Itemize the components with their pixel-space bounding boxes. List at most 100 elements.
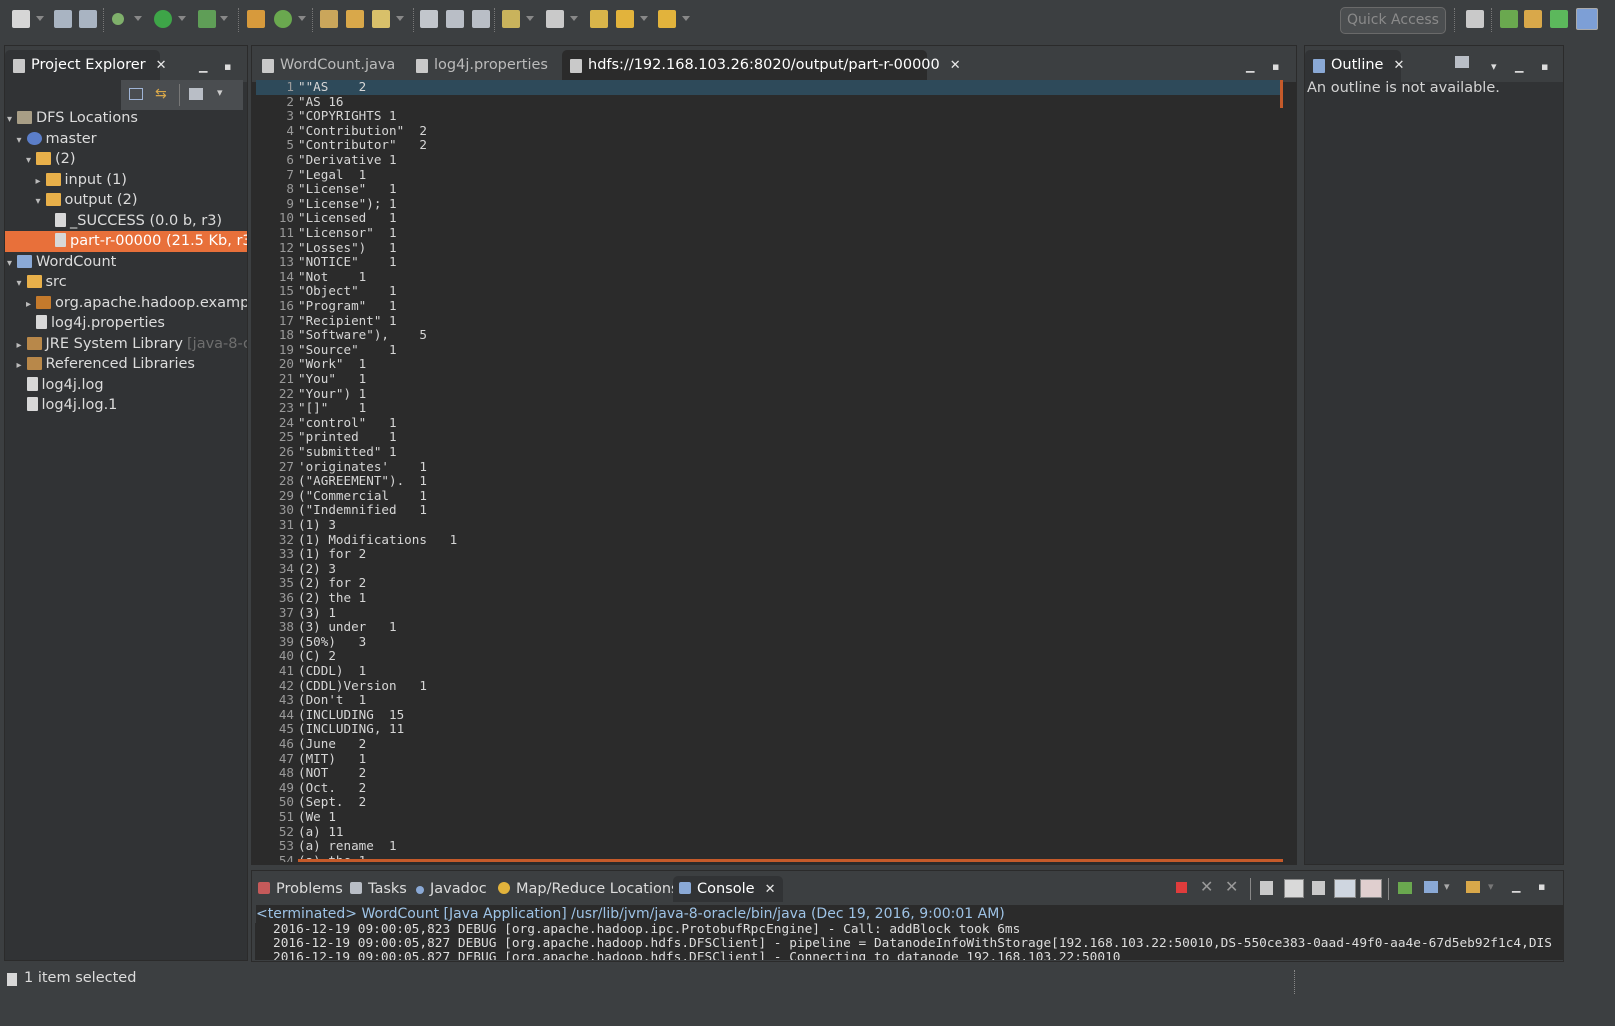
minimize-icon[interactable]: ▁ xyxy=(199,60,207,73)
expanded-arrow-icon[interactable]: ▾ xyxy=(36,191,46,212)
perspective-icon[interactable] xyxy=(1466,10,1484,28)
close-icon[interactable]: ✕ xyxy=(1393,51,1404,81)
tab-map-reduce-locations[interactable]: Map/Reduce Locations xyxy=(498,876,679,902)
run-icon[interactable] xyxy=(154,10,172,28)
open-folder-icon[interactable] xyxy=(346,10,364,28)
annotation-icon[interactable] xyxy=(446,10,464,28)
tab-javadoc[interactable]: Javadoc xyxy=(416,876,487,902)
expanded-arrow-icon[interactable]: ▾ xyxy=(17,273,27,294)
next-annotation-icon[interactable] xyxy=(502,10,520,28)
minimize-icon[interactable]: ▁ xyxy=(1512,880,1520,893)
tree-item[interactable]: ▸ input (1) xyxy=(5,170,247,191)
tab-wordcount-java[interactable]: WordCount.java xyxy=(254,50,402,82)
minimize-icon[interactable]: ▁ xyxy=(1515,60,1523,73)
collapsed-arrow-icon[interactable]: ▸ xyxy=(36,171,46,192)
new-icon[interactable] xyxy=(12,10,30,28)
chevron-down-icon[interactable] xyxy=(570,16,578,21)
maximize-icon[interactable]: ▪ xyxy=(1541,60,1548,73)
filter-icon[interactable] xyxy=(189,88,203,100)
tree-item[interactable]: _SUCCESS (0.0 b, r3) xyxy=(5,211,247,232)
expanded-arrow-icon[interactable]: ▾ xyxy=(7,109,17,130)
add-icon[interactable] xyxy=(1550,10,1568,28)
display-console-icon[interactable] xyxy=(1424,881,1438,893)
pin-icon[interactable] xyxy=(546,10,564,28)
debug-perspective-icon[interactable] xyxy=(1500,10,1518,28)
brush-icon[interactable] xyxy=(372,10,390,28)
tab-console[interactable]: Console ✕ xyxy=(673,876,784,903)
collapsed-arrow-icon[interactable]: ▸ xyxy=(17,355,27,376)
java-perspective-icon[interactable] xyxy=(1524,10,1542,28)
chevron-down-icon[interactable]: ▾ xyxy=(1488,880,1494,893)
chevron-down-icon[interactable] xyxy=(220,16,228,21)
tab-log4j-properties[interactable]: log4j.properties xyxy=(408,50,558,82)
clear-console-icon[interactable] xyxy=(1260,881,1273,895)
tab-problems[interactable]: Problems xyxy=(258,876,343,902)
quick-access-field[interactable]: Quick Access xyxy=(1340,7,1446,34)
tree-item[interactable]: ▾ output (2) xyxy=(5,190,247,211)
chevron-down-icon[interactable] xyxy=(298,16,306,21)
console-output[interactable]: 2016-12-19 09:00:05,823 DEBUG [org.apach… xyxy=(255,923,1563,960)
tree-item[interactable]: ▸ org.apache.hadoop.examples xyxy=(5,293,247,314)
tree-item[interactable]: log4j.log.1 xyxy=(5,395,247,416)
tree-item[interactable]: ▸ JRE System Library[java-8-orac xyxy=(5,334,248,356)
chevron-down-icon[interactable]: ▾ xyxy=(1491,60,1497,73)
expanded-arrow-icon[interactable]: ▾ xyxy=(7,253,17,274)
chevron-down-icon[interactable] xyxy=(640,16,648,21)
text-editor[interactable]: 1 ""AS 2 2 "AS 16 3 "COPYRIGHTS 1 4 "Contributi… xyxy=(256,80,1282,862)
new-console-icon[interactable] xyxy=(1466,881,1480,893)
tree-item[interactable]: ▾ src xyxy=(5,272,247,293)
tree-item[interactable]: ▾ (2) xyxy=(5,149,247,170)
map-reduce-icon[interactable] xyxy=(1576,8,1598,30)
tab-tasks[interactable]: Tasks xyxy=(350,876,407,902)
maximize-icon[interactable]: ▪ xyxy=(1272,60,1279,73)
word-wrap-icon[interactable] xyxy=(1312,881,1325,895)
tab-outline[interactable]: Outline ✕ xyxy=(1305,50,1404,82)
sync-icon[interactable] xyxy=(1455,56,1469,68)
maximize-icon[interactable]: ▪ xyxy=(1538,880,1545,893)
tree-item[interactable]: log4j.properties xyxy=(5,313,247,334)
close-icon[interactable]: ✕ xyxy=(950,51,961,81)
scroll-lock-icon[interactable] xyxy=(1284,879,1304,898)
open-type-icon[interactable] xyxy=(320,10,338,28)
chevron-down-icon[interactable]: ▾ xyxy=(1444,880,1450,893)
tree-item[interactable]: ▸ Referenced Libraries xyxy=(5,354,247,375)
terminate-icon[interactable] xyxy=(1176,882,1187,893)
chevron-down-icon[interactable] xyxy=(178,16,186,21)
close-icon[interactable]: ✕ xyxy=(765,877,776,903)
back-icon[interactable] xyxy=(616,10,634,28)
collapsed-arrow-icon[interactable]: ▸ xyxy=(26,294,36,315)
chevron-down-icon[interactable] xyxy=(526,16,534,21)
chevron-down-icon[interactable] xyxy=(396,16,404,21)
back-icon[interactable] xyxy=(590,10,608,28)
show-stderr-icon[interactable] xyxy=(1360,879,1382,898)
new-java-project-icon[interactable] xyxy=(247,10,265,28)
tree-item[interactable]: ▾ master xyxy=(5,129,247,150)
pin-console-icon[interactable] xyxy=(1398,882,1412,894)
chevron-down-icon[interactable] xyxy=(682,16,690,21)
remove-all-icon[interactable]: ✕ xyxy=(1225,877,1238,896)
tree-item[interactable]: part-r-00000 (21.5 Kb, r3) xyxy=(5,231,247,252)
tree-item[interactable]: log4j.log xyxy=(5,375,247,396)
collapsed-arrow-icon[interactable]: ▸ xyxy=(17,335,27,356)
tree-item[interactable]: ▾ WordCount xyxy=(5,252,247,273)
run-last-icon[interactable] xyxy=(198,10,216,28)
show-stdout-icon[interactable] xyxy=(1334,879,1356,898)
close-icon[interactable]: ✕ xyxy=(156,51,167,81)
previous-annotation-icon[interactable] xyxy=(472,10,490,28)
chevron-down-icon[interactable] xyxy=(134,16,142,21)
tab-part-r-00000[interactable]: hdfs://192.168.103.26:8020/output/part-r… xyxy=(562,50,961,82)
remove-launch-icon[interactable]: ✕ xyxy=(1200,877,1213,896)
refresh-icon[interactable] xyxy=(274,10,292,28)
link-with-editor-icon[interactable]: ⇆ xyxy=(155,86,167,102)
expanded-arrow-icon[interactable]: ▾ xyxy=(26,150,36,171)
save-icon[interactable] xyxy=(54,10,72,28)
chevron-down-icon[interactable] xyxy=(36,16,44,21)
forward-icon[interactable] xyxy=(658,10,676,28)
maximize-icon[interactable]: ▪ xyxy=(224,60,231,73)
tab-project-explorer[interactable]: Project Explorer ✕ xyxy=(5,50,167,82)
minimize-icon[interactable]: ▁ xyxy=(1246,60,1254,73)
chevron-down-icon[interactable]: ▾ xyxy=(217,86,223,99)
collapse-all-icon[interactable] xyxy=(129,88,143,100)
tree-item[interactable]: ▾ DFS Locations xyxy=(5,108,247,129)
expanded-arrow-icon[interactable]: ▾ xyxy=(17,130,27,151)
